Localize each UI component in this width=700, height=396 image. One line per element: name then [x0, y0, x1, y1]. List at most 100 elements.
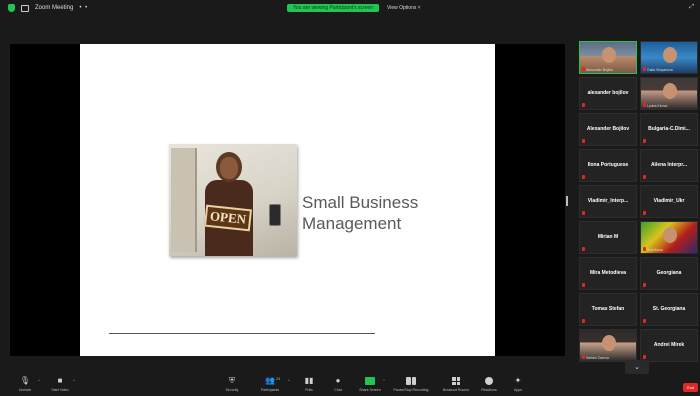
- shield-icon: ⛨: [229, 376, 235, 385]
- more-dots-icon[interactable]: • •: [79, 5, 88, 11]
- smiley-icon: [484, 377, 494, 385]
- participant-name: St. Georgiana: [652, 306, 686, 312]
- participant-name: Ailena Interpr...: [650, 162, 688, 168]
- share-screen-button[interactable]: Share Screen: [353, 377, 387, 392]
- panel-resize-handle[interactable]: [566, 196, 568, 206]
- participant-video-face: [602, 335, 616, 351]
- participant-video-label: Stefani Zareva: [586, 356, 609, 360]
- participant-tile[interactable]: alexander bojilov: [579, 77, 637, 110]
- participant-video-label: Lyuba Kirova: [647, 104, 668, 108]
- pause-share-button[interactable]: Pause/Stop Recording: [393, 377, 429, 392]
- end-meeting-button[interactable]: End: [683, 383, 698, 392]
- participant-name: Andrei Mirek: [653, 342, 685, 348]
- participant-tile[interactable]: Stefani ZarevaStefani Zareva: [579, 329, 637, 362]
- photo-lantern: [269, 204, 281, 226]
- share-options-caret-icon[interactable]: ^: [383, 378, 385, 383]
- participant-tile[interactable]: Bulgaria-C.Dimi...: [640, 113, 698, 146]
- photo-person-face: [220, 157, 238, 179]
- participant-name: Tomas Stefan: [591, 306, 625, 312]
- participant-tile[interactable]: Mirian M: [579, 221, 637, 254]
- share-screen-icon: [365, 377, 375, 385]
- apps-button[interactable]: ✦ Apps: [501, 377, 535, 393]
- participant-name: Georgiana: [656, 270, 682, 276]
- shield-icon[interactable]: [8, 4, 15, 12]
- participant-tile[interactable]: Lyuba KirovaLyuba Kirova: [640, 77, 698, 110]
- participant-tile[interactable]: SnezhanaSnezhana: [640, 221, 698, 254]
- presentation-slide: OPEN Small Business Management: [80, 44, 495, 356]
- video-options-caret-icon[interactable]: ^: [73, 378, 75, 383]
- muted-mic-icon: [582, 139, 585, 143]
- participant-tile[interactable]: Alexander BojilovAlexander Bojilov: [579, 41, 637, 74]
- muted-mic-icon: [643, 211, 646, 215]
- participant-tile[interactable]: Alexander Bojilov: [579, 113, 637, 146]
- slide-divider-line: [109, 333, 375, 334]
- participant-name: alexander bojilov: [587, 90, 629, 96]
- participants-count: 24: [276, 376, 281, 381]
- bottom-toolbar: 🎙 Unmute ^ ■ Start Video ^ ⛨ Security 👥 …: [0, 375, 700, 396]
- participants-icon: 👥: [265, 376, 275, 385]
- participant-tile[interactable]: Andrei Mirek: [640, 329, 698, 362]
- start-video-label: Start Video: [51, 388, 69, 392]
- microphone-muted-icon: 🎙: [19, 376, 31, 385]
- slide-title-line2: Management: [302, 214, 402, 233]
- participant-video-face: [663, 227, 677, 243]
- participant-video-label: Galia Stoyanova: [647, 68, 673, 72]
- shared-screen: OPEN Small Business Management: [10, 44, 565, 356]
- slide-photo: OPEN: [169, 144, 297, 256]
- meeting-label: Zoom Meeting: [35, 5, 74, 11]
- photo-door: [171, 148, 197, 252]
- participant-video-face: [663, 83, 677, 99]
- participant-tile[interactable]: Ailena Interpr...: [640, 149, 698, 182]
- participants-button[interactable]: 👥 Participants: [253, 376, 287, 393]
- participant-tile[interactable]: Vladimir_Interp...: [579, 185, 637, 218]
- view-options-button[interactable]: View Options ˅: [387, 5, 421, 11]
- participant-tile[interactable]: Mira Metodieva: [579, 257, 637, 290]
- muted-mic-icon: [582, 355, 585, 359]
- breakout-rooms-button[interactable]: Breakout Rooms: [439, 377, 473, 392]
- participants-caret-icon[interactable]: ^: [288, 378, 290, 383]
- chat-button[interactable]: ● Chat: [321, 376, 355, 393]
- gallery-scroll-down-button[interactable]: ⌄: [625, 360, 649, 374]
- muted-mic-icon: [582, 319, 585, 323]
- participant-tile[interactable]: Galia StoyanovaGalia Stoyanova: [640, 41, 698, 74]
- unmute-button[interactable]: 🎙 Unmute: [8, 376, 42, 393]
- participant-tile[interactable]: St. Georgiana: [640, 293, 698, 326]
- unmute-label: Unmute: [18, 388, 32, 392]
- gallery-view-icon[interactable]: [21, 4, 29, 12]
- muted-mic-icon: [643, 355, 646, 359]
- chat-label: Chat: [334, 388, 342, 392]
- top-bar: Zoom Meeting • • You are viewing Partici…: [0, 0, 700, 18]
- participant-name: Alexander Bojilov: [586, 126, 630, 132]
- muted-mic-icon: [582, 283, 585, 287]
- participant-video-label: Snezhana: [647, 248, 663, 252]
- participant-tile[interactable]: Georgiana: [640, 257, 698, 290]
- participant-tile[interactable]: Ilona Portuguese: [579, 149, 637, 182]
- share-screen-label: Share Screen: [359, 388, 381, 392]
- video-camera-icon: ■: [57, 376, 63, 385]
- top-left-controls: Zoom Meeting • •: [8, 4, 88, 12]
- audio-options-caret-icon[interactable]: ^: [38, 378, 40, 383]
- participant-name: Vladimir_Interp...: [587, 198, 629, 204]
- participant-tile[interactable]: Vladimir_Ukr: [640, 185, 698, 218]
- participant-name: Vladimir_Ukr: [653, 198, 685, 204]
- participant-tile[interactable]: Tomas Stefan: [579, 293, 637, 326]
- participant-name: Ilona Portuguese: [587, 162, 629, 168]
- muted-mic-icon: [582, 211, 585, 215]
- security-button[interactable]: ⛨ Security: [215, 376, 249, 393]
- muted-mic-icon: [643, 139, 646, 143]
- participant-video-face: [602, 47, 616, 63]
- muted-mic-icon: [643, 103, 646, 107]
- start-video-button[interactable]: ■ Start Video: [43, 376, 77, 393]
- muted-mic-icon: [643, 283, 646, 287]
- breakout-label: Breakout Rooms: [442, 388, 470, 392]
- view-options-label: View Options: [386, 5, 417, 11]
- participant-name: Mira Metodieva: [589, 270, 627, 276]
- breakout-rooms-icon: [451, 377, 461, 385]
- polls-icon: ▮▮: [304, 376, 314, 385]
- fullscreen-icon[interactable]: ⤢: [689, 4, 694, 11]
- pause-share-label: Pause/Stop Recording: [393, 388, 429, 392]
- participant-video-label: Alexander Bojilov: [586, 68, 614, 72]
- polls-label: Polls: [305, 388, 313, 392]
- security-label: Security: [225, 388, 239, 392]
- chat-bubble-icon: ●: [335, 376, 341, 385]
